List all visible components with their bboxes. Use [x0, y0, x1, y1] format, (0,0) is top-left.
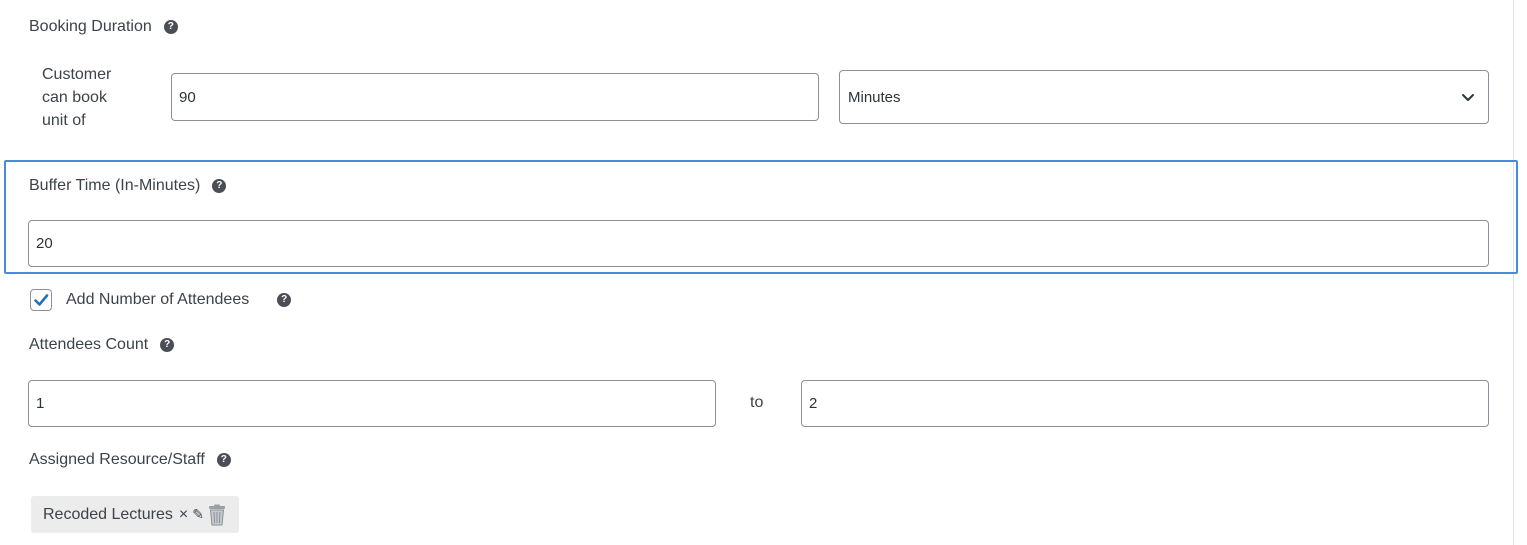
question-circle-icon[interactable]: ?	[163, 20, 178, 34]
attendees-max-input[interactable]	[801, 380, 1489, 427]
question-circle-icon[interactable]: ?	[212, 179, 227, 193]
checkmark-icon	[34, 294, 49, 306]
chevron-down-icon	[1462, 94, 1474, 101]
buffer-time-heading: Buffer Time (In-Minutes) ?	[29, 176, 227, 196]
close-icon[interactable]: ×	[179, 506, 188, 524]
duration-unit-selected: Minutes	[848, 88, 901, 106]
duration-unit-select[interactable]: Minutes	[839, 70, 1489, 124]
booking-duration-heading: Booking Duration ?	[29, 17, 178, 37]
unit-of-label: Customer can book unit of	[42, 63, 142, 132]
booking-settings-panel: Booking Duration ? Customer can book uni…	[0, 0, 1527, 545]
assigned-resource-label: Assigned Resource/Staff	[29, 451, 205, 468]
duration-value-input[interactable]	[171, 73, 819, 121]
pencil-icon[interactable]: ✎	[192, 506, 204, 523]
attendees-count-heading: Attendees Count ?	[29, 335, 175, 355]
buffer-time-input[interactable]	[28, 220, 1489, 267]
attendees-count-label: Attendees Count	[29, 336, 149, 353]
resource-chip-label: Recoded Lectures	[43, 505, 173, 523]
add-attendees-heading: Add Number of Attendees ?	[66, 290, 292, 310]
question-circle-icon[interactable]: ?	[160, 338, 175, 352]
assigned-resource-heading: Assigned Resource/Staff ?	[29, 450, 231, 470]
range-separator: to	[750, 394, 764, 411]
question-circle-icon[interactable]: ?	[216, 453, 231, 467]
trash-icon[interactable]	[207, 504, 227, 526]
attendees-min-input[interactable]	[28, 380, 716, 427]
booking-duration-label: Booking Duration	[29, 18, 152, 35]
question-circle-icon[interactable]: ?	[277, 293, 292, 307]
resource-chip: Recoded Lectures × ✎	[31, 496, 239, 533]
unit-of-label-line: Customer	[42, 66, 112, 83]
unit-of-label-line: unit of	[42, 112, 86, 129]
buffer-time-label: Buffer Time (In-Minutes)	[29, 177, 201, 194]
add-attendees-checkbox[interactable]	[30, 289, 52, 311]
add-attendees-label[interactable]: Add Number of Attendees	[66, 291, 249, 309]
unit-of-label-line: can book	[42, 89, 107, 106]
